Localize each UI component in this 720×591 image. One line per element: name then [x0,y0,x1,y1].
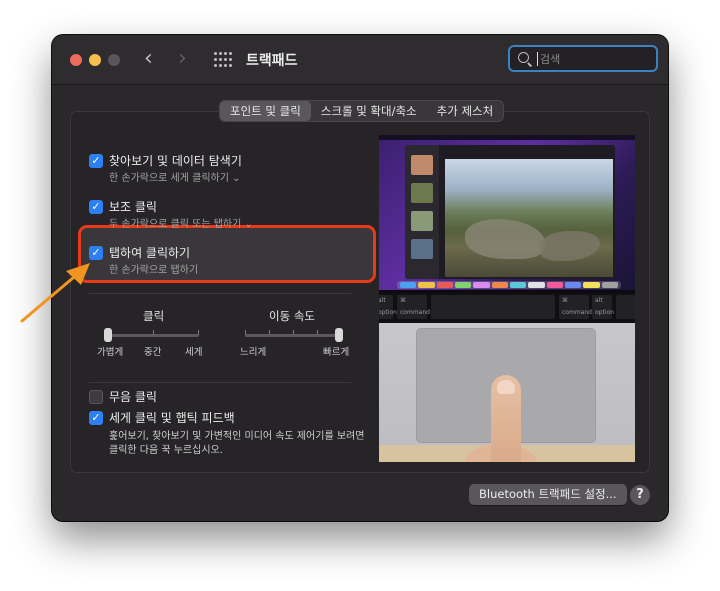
annotation-arrow-icon [20,263,90,323]
arrow-shaft [20,270,82,323]
